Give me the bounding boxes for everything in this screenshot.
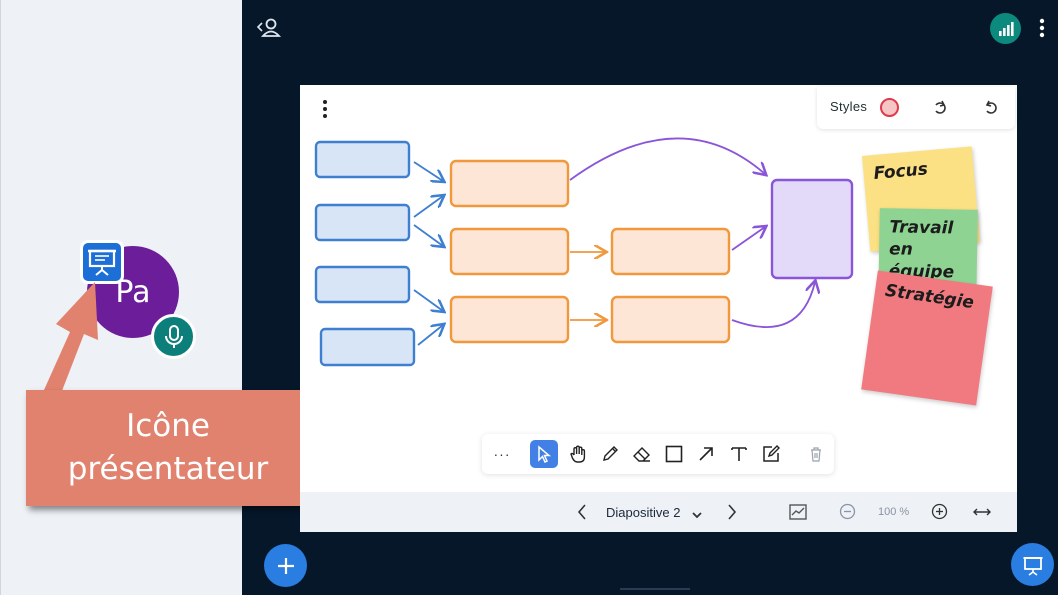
presentation-toggle-button[interactable]: [1011, 543, 1054, 586]
presenter-icon: [80, 240, 124, 284]
actions-plus-button[interactable]: [264, 544, 307, 587]
zoom-out-icon[interactable]: [839, 503, 856, 520]
select-icon[interactable]: [530, 440, 558, 468]
orange-box: [610, 295, 731, 344]
sticky-note-focus-text: Focus: [872, 159, 929, 184]
arrow-icon[interactable]: [692, 440, 720, 468]
redo-icon[interactable]: [931, 98, 949, 116]
microphone-icon[interactable]: [151, 314, 196, 359]
toggle-user-list-icon[interactable]: [256, 16, 282, 40]
blue-box: [319, 327, 416, 367]
fit-to-width-icon[interactable]: [972, 505, 992, 519]
callout-line-1: Icône: [126, 408, 210, 444]
sticky-note-strategy-text: Stratégie: [883, 280, 976, 314]
more-tools-button[interactable]: ···: [488, 440, 516, 468]
orange-box: [449, 295, 570, 344]
zoom-level: 100 %: [878, 506, 910, 518]
pencil-icon[interactable]: [596, 440, 624, 468]
styles-button[interactable]: Styles: [830, 99, 867, 114]
purple-box: [770, 178, 854, 280]
orange-box: [610, 227, 731, 276]
blue-box: [314, 203, 411, 242]
callout-line-2: présentateur: [67, 451, 269, 487]
chart-icon[interactable]: [788, 503, 808, 521]
blue-box: [314, 140, 411, 179]
plus-icon: [277, 557, 294, 574]
presentation-icon: [1023, 556, 1042, 576]
delete-icon[interactable]: [802, 440, 830, 468]
rectangle-icon[interactable]: [660, 440, 688, 468]
styles-bar: Styles: [817, 87, 1015, 129]
next-slide-icon[interactable]: [724, 502, 740, 522]
style-color-swatch[interactable]: [880, 98, 899, 117]
previous-slide-icon[interactable]: [574, 502, 590, 522]
connection-status-icon[interactable]: [990, 13, 1021, 44]
orange-box: [449, 227, 570, 276]
sticky-note-strategy[interactable]: Stratégie: [861, 270, 993, 406]
note-icon[interactable]: [757, 440, 785, 468]
eraser-icon[interactable]: [628, 440, 656, 468]
slide-selector[interactable]: Diapositive 2: [606, 505, 680, 520]
slide-menu-icon[interactable]: [320, 98, 330, 120]
orange-box: [449, 159, 570, 208]
blue-box: [314, 265, 411, 304]
hand-icon[interactable]: [564, 440, 592, 468]
text-icon[interactable]: [725, 440, 753, 468]
divider: [620, 588, 690, 590]
undo-icon[interactable]: [982, 98, 1000, 116]
options-menu-icon[interactable]: [1038, 17, 1046, 39]
chevron-down-icon[interactable]: [691, 507, 703, 519]
presenter-icon-callout: Icône présentateur: [26, 390, 310, 506]
drawing-toolbar: ···: [482, 434, 834, 474]
zoom-in-icon[interactable]: [931, 503, 948, 520]
